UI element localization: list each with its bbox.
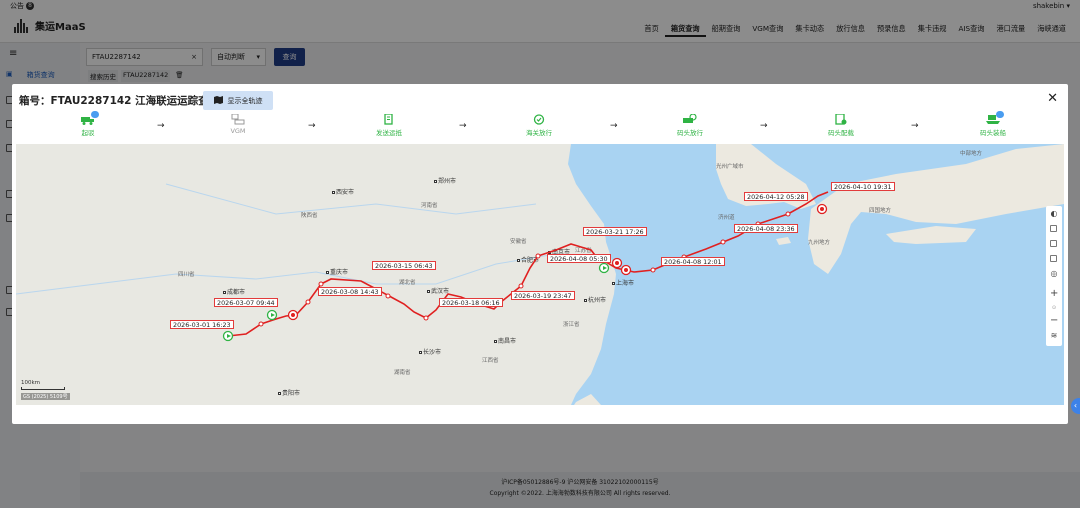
tracking-modal: 箱号：FTAU2287142 江海联运运踪查询 显示全轨迹 ✕ 起驳 → VGM… <box>12 84 1068 424</box>
stack-icon[interactable]: ≋ <box>1050 332 1058 340</box>
map-toolbar: ◐ ◎ + ⊙ − ≋ <box>1046 206 1062 346</box>
image-icon[interactable] <box>1050 240 1057 247</box>
timestamp-label: 2026-04-08 05:30 <box>547 254 611 263</box>
progress-steps: 起驳 → VGM → 发送运抵 → 海关放行 → 码头放行 → 码头配载 → 码… <box>12 111 1068 143</box>
timestamp-label: 2026-03-21 17:26 <box>583 227 647 236</box>
timestamp-label: 2026-03-19 23:47 <box>511 291 575 300</box>
close-icon[interactable]: ✕ <box>1047 91 1058 106</box>
step-7: 码头装船 <box>968 111 1018 137</box>
document-icon <box>382 114 396 125</box>
zoom-out-icon[interactable]: − <box>1050 316 1058 326</box>
arrow-right-icon: → <box>157 121 165 131</box>
step-1: 起驳 <box>63 111 113 137</box>
zoom-level-icon: ⊙ <box>1051 305 1057 311</box>
step-label: 起驳 <box>81 129 95 137</box>
step-label: 码头放行 <box>677 129 703 137</box>
step-label: 码头配载 <box>828 129 854 137</box>
timestamp-label: 2026-04-10 19:31 <box>831 182 895 191</box>
customs-icon <box>532 114 546 125</box>
locate-icon[interactable]: ◎ <box>1050 270 1058 278</box>
truck-icon <box>81 111 99 125</box>
timestamp-label: 2026-04-08 23:36 <box>734 224 798 233</box>
scale-label: 100km <box>21 380 41 386</box>
step-badge <box>91 111 99 118</box>
map-copyright: GS (2025) 5109号 <box>21 393 70 400</box>
step-3: 发送运抵 <box>364 113 414 137</box>
arrow-right-icon: → <box>459 121 467 131</box>
stowage-icon <box>834 114 848 125</box>
terminal-release-icon <box>683 114 697 125</box>
step-label: VGM <box>230 127 246 135</box>
step-label: 海关放行 <box>526 129 552 137</box>
scale-icon <box>231 114 245 125</box>
arrow-right-icon: → <box>610 121 618 131</box>
timestamp-label: 2026-03-18 06:16 <box>439 298 503 307</box>
step-5: 码头放行 <box>665 113 715 137</box>
timestamp-label: 2026-03-08 14:43 <box>318 287 382 296</box>
modal-title: 箱号：FTAU2287142 江海联运运踪查询 <box>19 95 220 107</box>
timestamp-label: 2026-04-08 12:01 <box>661 257 725 266</box>
timestamp-label: 2026-04-12 05:28 <box>744 192 808 201</box>
map-icon <box>213 95 223 106</box>
show-full-track-button[interactable]: 显示全轨迹 <box>203 91 273 110</box>
chevron-left-icon[interactable]: ‹ <box>1071 398 1080 414</box>
layers-icon[interactable] <box>1050 255 1057 262</box>
route-map[interactable]: 河南省 陕西省 安徽省 江苏省 四川省 湖北省 浙江省 江西省 湖南省 中部地方… <box>16 144 1064 405</box>
timestamp-label: 2026-03-15 06:43 <box>372 261 436 270</box>
step-label: 码头装船 <box>980 129 1006 137</box>
arrow-right-icon: → <box>760 121 768 131</box>
show-full-track-label: 显示全轨迹 <box>227 96 263 105</box>
timestamp-label: 2026-03-01 16:23 <box>170 320 234 329</box>
arrow-right-icon: → <box>911 121 919 131</box>
palette-icon[interactable]: ◐ <box>1050 210 1058 218</box>
step-2: VGM <box>213 113 263 135</box>
step-badge <box>996 111 1004 118</box>
grid-icon[interactable] <box>1050 225 1057 232</box>
timestamp-label: 2026-03-07 09:44 <box>214 298 278 307</box>
step-6: 码头配载 <box>816 113 866 137</box>
ship-loading-icon <box>986 111 1004 125</box>
zoom-in-icon[interactable]: + <box>1050 289 1058 299</box>
step-label: 发送运抵 <box>376 129 402 137</box>
route-layer <box>222 191 829 342</box>
map-scale: 100km <box>21 380 65 390</box>
step-4: 海关放行 <box>514 113 564 137</box>
arrow-right-icon: → <box>308 121 316 131</box>
